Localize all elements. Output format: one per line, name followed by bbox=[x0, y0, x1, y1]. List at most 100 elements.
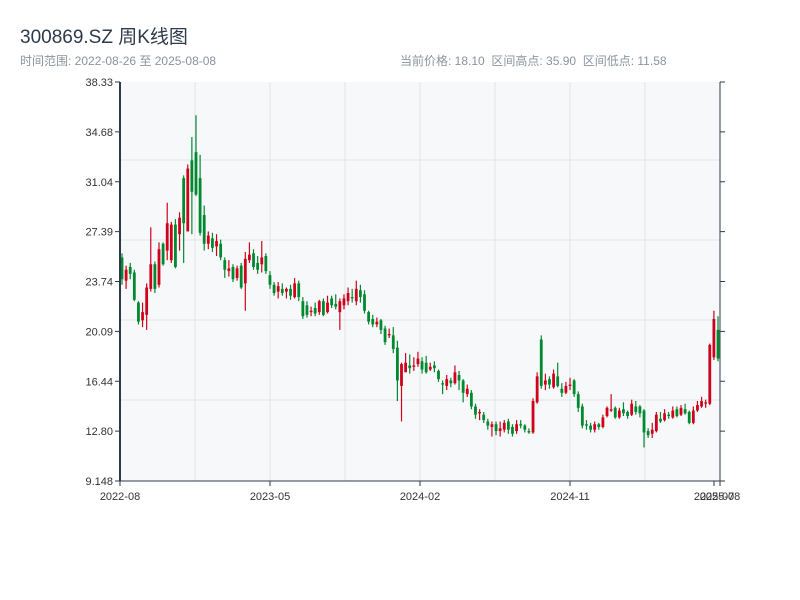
candle-body bbox=[474, 406, 477, 415]
candle-body bbox=[202, 215, 206, 244]
y-tick-label: 27.39 bbox=[85, 227, 113, 239]
candle-body bbox=[301, 301, 305, 317]
candle-body bbox=[543, 380, 547, 385]
candle-body bbox=[486, 421, 490, 426]
candle-body bbox=[367, 312, 371, 322]
y-tick-label: 34.68 bbox=[85, 127, 113, 139]
candle-down bbox=[580, 403, 584, 429]
candle-body bbox=[395, 347, 399, 381]
candle-down bbox=[239, 262, 243, 289]
candle-body bbox=[346, 292, 350, 302]
candle-body bbox=[350, 297, 354, 299]
candle-body bbox=[667, 414, 671, 417]
candle-body bbox=[675, 409, 679, 417]
candle-body bbox=[256, 262, 260, 270]
candle-body bbox=[626, 411, 629, 417]
candle-body bbox=[165, 223, 169, 251]
candle-body bbox=[420, 361, 424, 370]
candle-body bbox=[457, 375, 461, 381]
candle-body bbox=[359, 290, 362, 298]
candle-body bbox=[437, 370, 440, 380]
y-tick-label: 9.148 bbox=[85, 476, 113, 488]
candle-body bbox=[313, 308, 317, 314]
candle-body bbox=[383, 328, 387, 343]
candle-body bbox=[330, 298, 334, 306]
candle-body bbox=[178, 217, 181, 235]
candle-body bbox=[248, 254, 251, 261]
candle-body bbox=[289, 288, 292, 296]
candle-body bbox=[515, 424, 518, 432]
candle-body bbox=[560, 388, 564, 393]
candle-body bbox=[432, 365, 436, 369]
y-tick-label: 20.09 bbox=[85, 326, 113, 338]
candle-body bbox=[161, 243, 165, 265]
candlestick-chart: 38.33 34.68 31.04 27.39 23.74 20.09 16.44 12.80… bbox=[85, 77, 740, 503]
candle-body bbox=[186, 168, 190, 232]
candle-down bbox=[132, 269, 136, 302]
candle-body bbox=[634, 406, 638, 412]
candle-body bbox=[354, 288, 358, 302]
y-tick-label: 38.33 bbox=[85, 77, 113, 89]
candle-body bbox=[585, 424, 588, 426]
x-tick-label: 2025-08 bbox=[700, 491, 740, 503]
candle-body bbox=[601, 417, 605, 427]
candle-body bbox=[708, 344, 712, 404]
candle-body bbox=[527, 431, 531, 433]
candle-body bbox=[609, 409, 613, 411]
candle-down bbox=[174, 219, 177, 269]
candle-body bbox=[387, 333, 391, 336]
candle-body bbox=[490, 424, 494, 427]
candle-body bbox=[305, 305, 309, 315]
candle-body bbox=[235, 268, 239, 278]
candle-body bbox=[531, 400, 535, 433]
candle-body bbox=[605, 407, 609, 417]
candle-body bbox=[416, 358, 420, 365]
candle-body bbox=[597, 424, 601, 427]
candle-body bbox=[552, 373, 555, 388]
candle-body bbox=[153, 264, 157, 289]
candle-body bbox=[679, 407, 683, 415]
candle-body bbox=[646, 431, 650, 436]
candle-body bbox=[716, 329, 720, 359]
candle-body bbox=[523, 425, 527, 430]
candle-body bbox=[379, 320, 383, 330]
x-tick-label: 2024-02 bbox=[400, 491, 440, 503]
candle-body bbox=[391, 335, 395, 350]
candle-body bbox=[219, 243, 223, 258]
candle-body bbox=[622, 409, 625, 414]
candle-body bbox=[223, 260, 227, 270]
candle-down bbox=[264, 253, 268, 274]
candle-body bbox=[124, 269, 128, 281]
candle-body bbox=[659, 418, 662, 422]
candle-body bbox=[252, 253, 255, 267]
candle-body bbox=[198, 178, 202, 233]
candle-body bbox=[317, 301, 321, 313]
candle-body bbox=[704, 402, 708, 404]
candle-body bbox=[149, 264, 153, 289]
candle-down bbox=[687, 410, 691, 425]
candle-body bbox=[272, 284, 276, 293]
candle-up bbox=[708, 343, 712, 406]
candle-body bbox=[412, 365, 416, 367]
candle-body bbox=[120, 257, 124, 280]
candle-body bbox=[642, 410, 646, 433]
candle-body bbox=[309, 310, 313, 313]
candle-down bbox=[161, 242, 165, 266]
candle-body bbox=[441, 383, 445, 385]
candle-up bbox=[654, 411, 658, 433]
candle-body bbox=[654, 414, 658, 432]
candle-body bbox=[404, 362, 408, 373]
candle-body bbox=[264, 256, 268, 272]
candle-body bbox=[580, 406, 584, 426]
candle-body bbox=[206, 235, 210, 244]
candle-body bbox=[326, 302, 329, 313]
candle-body bbox=[696, 405, 699, 411]
candle-body bbox=[449, 380, 453, 384]
candle-body bbox=[231, 266, 235, 280]
candle-body bbox=[400, 364, 403, 386]
y-tick-label: 31.04 bbox=[85, 177, 113, 189]
candle-body bbox=[535, 376, 539, 403]
candle-body bbox=[408, 365, 412, 369]
candle-body bbox=[260, 257, 264, 265]
candle-body bbox=[589, 425, 592, 430]
